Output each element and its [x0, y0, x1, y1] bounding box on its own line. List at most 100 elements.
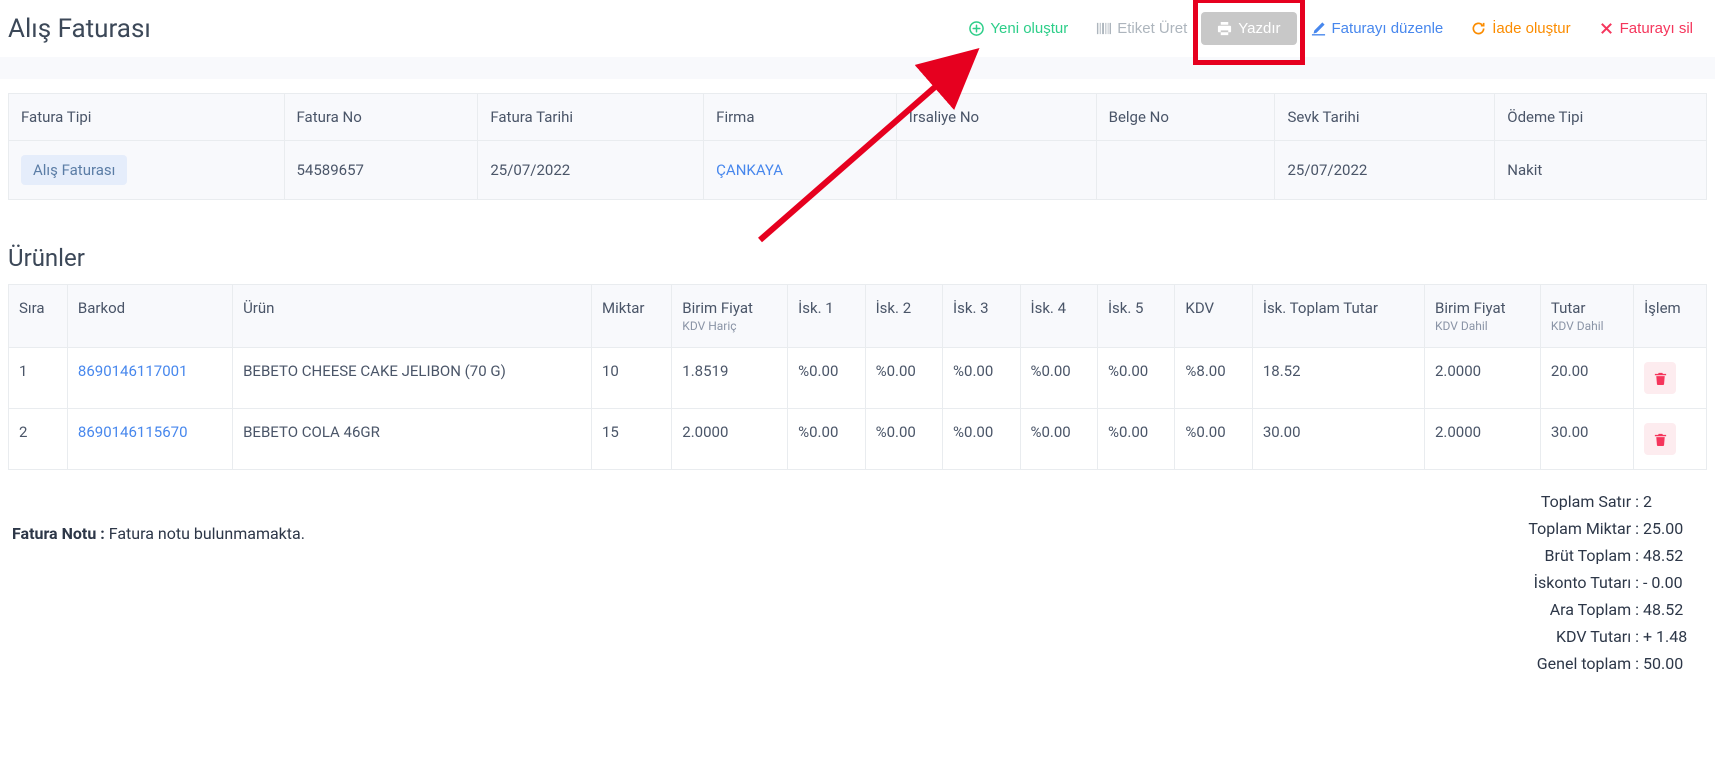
firm-link[interactable]: ÇANKAYA — [716, 161, 783, 179]
cell-isk3: %0.00 — [943, 409, 1020, 470]
note-label: Fatura Notu : — [12, 524, 109, 543]
total-label: İskonto Tutarı : — [1479, 573, 1639, 592]
edit-button-label: Faturayı düzenle — [1332, 20, 1444, 37]
total-row: Toplam Miktar :25.00 — [1479, 515, 1703, 542]
total-label: Genel toplam : — [1479, 654, 1639, 673]
cell-urun: BEBETO CHEESE CAKE JELIBON (70 G) — [233, 348, 592, 409]
label-button[interactable]: Etiket Üret — [1082, 12, 1201, 45]
cell-isk2: %0.00 — [865, 409, 942, 470]
cell-isk5: %0.00 — [1097, 348, 1174, 409]
col-sira: Sıra — [9, 285, 68, 348]
invoice-type-badge: Alış Faturası — [21, 155, 127, 185]
action-buttons: Yeni oluştur Etiket Üret Yazdır Faturayı… — [955, 12, 1707, 45]
print-button-label: Yazdır — [1238, 20, 1280, 37]
col-isk4: İsk. 4 — [1020, 285, 1097, 348]
edit-button[interactable]: Faturayı düzenle — [1297, 12, 1458, 45]
col-tutar: TutarKDV Dahil — [1540, 285, 1633, 348]
doc-value — [1096, 141, 1275, 200]
barcode-link[interactable]: 8690146117001 — [78, 362, 188, 380]
cell-kdv: %8.00 — [1175, 348, 1252, 409]
total-value: 25.00 — [1643, 519, 1703, 538]
total-value: 48.52 — [1643, 546, 1703, 565]
products-title: Ürünler — [8, 244, 1707, 272]
cell-isk3: %0.00 — [943, 348, 1020, 409]
col-waybill: İrsaliye No — [896, 94, 1096, 141]
new-button-label: Yeni oluştur — [990, 20, 1068, 37]
total-label: KDV Tutarı : — [1479, 627, 1639, 646]
cell-isk1: %0.00 — [788, 409, 865, 470]
print-icon — [1217, 21, 1232, 36]
total-value: + 1.48 — [1643, 627, 1703, 646]
note-text: Fatura notu bulunmamakta. — [109, 524, 305, 543]
total-value: - 0.00 — [1643, 573, 1703, 592]
col-doc: Belge No — [1096, 94, 1275, 141]
new-button[interactable]: Yeni oluştur — [955, 12, 1082, 45]
return-button-label: İade oluştur — [1492, 20, 1570, 37]
total-value: 48.52 — [1643, 600, 1703, 619]
col-isk-toplam: İsk. Toplam Tutar — [1252, 285, 1424, 348]
cell-isk4: %0.00 — [1020, 348, 1097, 409]
col-islem: İşlem — [1634, 285, 1707, 348]
table-row: 28690146115670BEBETO COLA 46GR152.0000%0… — [9, 409, 1707, 470]
col-ship: Sevk Tarihi — [1275, 94, 1495, 141]
total-label: Ara Toplam : — [1479, 600, 1639, 619]
col-barkod: Barkod — [67, 285, 232, 348]
edit-icon — [1311, 21, 1326, 36]
col-birim-dahil: Birim FiyatKDV Dahil — [1424, 285, 1540, 348]
col-isk5: İsk. 5 — [1097, 285, 1174, 348]
waybill-value — [896, 141, 1096, 200]
barcode-icon — [1096, 21, 1111, 36]
col-isk1: İsk. 1 — [788, 285, 865, 348]
cell-sira: 2 — [9, 409, 68, 470]
total-row: Ara Toplam :48.52 — [1479, 596, 1703, 623]
delete-row-button[interactable] — [1644, 423, 1676, 455]
invoice-no-value: 54589657 — [284, 141, 478, 200]
col-invoice-no: Fatura No — [284, 94, 478, 141]
col-kdv: KDV — [1175, 285, 1252, 348]
ship-value: 25/07/2022 — [1275, 141, 1495, 200]
return-button[interactable]: İade oluştur — [1457, 12, 1584, 45]
close-icon — [1599, 21, 1614, 36]
total-label: Toplam Miktar : — [1479, 519, 1639, 538]
delete-button[interactable]: Faturayı sil — [1585, 12, 1707, 45]
cell-isk5: %0.00 — [1097, 409, 1174, 470]
plus-circle-icon — [969, 21, 984, 36]
refresh-icon — [1471, 21, 1486, 36]
invoice-info-table: Fatura Tipi Fatura No Fatura Tarihi Firm… — [8, 93, 1707, 200]
total-label: Brüt Toplam : — [1479, 546, 1639, 565]
cell-isk2: %0.00 — [865, 348, 942, 409]
delete-row-button[interactable] — [1644, 362, 1676, 394]
col-urun: Ürün — [233, 285, 592, 348]
footer: Fatura Notu : Fatura notu bulunmamakta. … — [8, 488, 1707, 677]
print-button[interactable]: Yazdır — [1201, 12, 1296, 45]
total-row: KDV Tutarı :+ 1.48 — [1479, 623, 1703, 650]
cell-isk-toplam: 30.00 — [1252, 409, 1424, 470]
col-miktar: Miktar — [591, 285, 671, 348]
cell-isk-toplam: 18.52 — [1252, 348, 1424, 409]
totals: Toplam Satır :2Toplam Miktar :25.00Brüt … — [1479, 488, 1703, 677]
trash-icon — [1653, 432, 1668, 447]
cell-isk4: %0.00 — [1020, 409, 1097, 470]
invoice-date-value: 25/07/2022 — [478, 141, 704, 200]
col-isk2: İsk. 2 — [865, 285, 942, 348]
total-row: Genel toplam :50.00 — [1479, 650, 1703, 677]
trash-icon — [1653, 371, 1668, 386]
payment-value: Nakit — [1495, 141, 1707, 200]
col-invoice-type: Fatura Tipi — [9, 94, 285, 141]
page-title: Alış Faturası — [8, 14, 151, 44]
total-value: 50.00 — [1643, 654, 1703, 673]
cell-birim-dahil: 2.0000 — [1424, 348, 1540, 409]
total-row: İskonto Tutarı :- 0.00 — [1479, 569, 1703, 596]
cell-birim-fiyat: 1.8519 — [672, 348, 788, 409]
total-value: 2 — [1643, 492, 1703, 511]
col-birim-fiyat: Birim FiyatKDV Hariç — [672, 285, 788, 348]
products-table: Sıra Barkod Ürün Miktar Birim FiyatKDV H… — [8, 284, 1707, 470]
cell-birim-fiyat: 2.0000 — [672, 409, 788, 470]
total-label: Toplam Satır : — [1479, 492, 1639, 511]
cell-miktar: 10 — [591, 348, 671, 409]
barcode-link[interactable]: 8690146115670 — [78, 423, 188, 441]
col-isk3: İsk. 3 — [943, 285, 1020, 348]
cell-tutar: 30.00 — [1540, 409, 1633, 470]
col-firm: Firma — [704, 94, 897, 141]
cell-isk1: %0.00 — [788, 348, 865, 409]
